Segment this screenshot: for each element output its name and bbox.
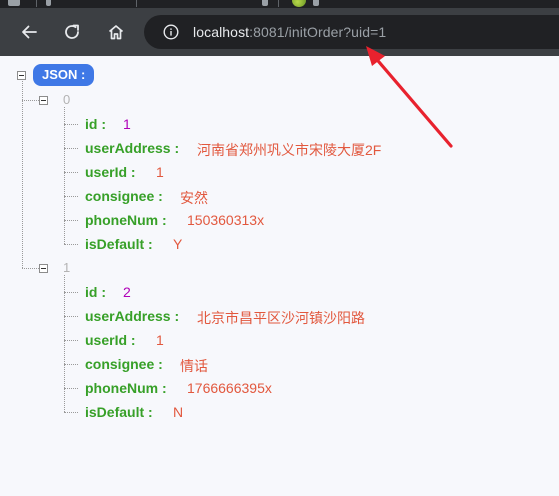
annotation-arrow-icon [366, 46, 453, 148]
